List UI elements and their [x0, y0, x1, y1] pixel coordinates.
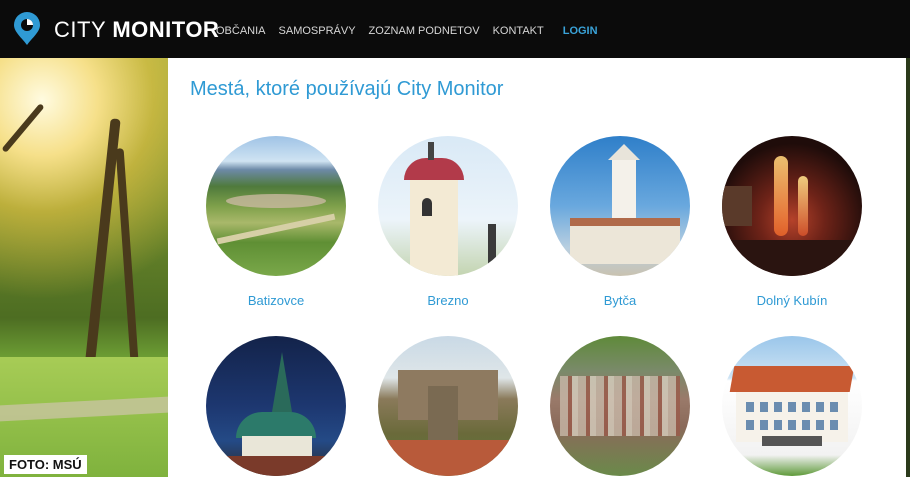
city-image-bytca[interactable]	[550, 136, 690, 276]
page-title: Mestá, ktoré používajú City Monitor	[190, 78, 504, 100]
brand-name-bold: MONITOR	[112, 17, 220, 42]
main-menu: OBČANIA SAMOSPRÁVY ZOZNAM PODNETOV KONTA…	[216, 25, 598, 37]
city-image-batizovce[interactable]	[206, 136, 346, 276]
city-name-brezno[interactable]: Brezno	[362, 293, 534, 308]
city-image-dolny-kubin[interactable]	[722, 136, 862, 276]
city-image-8[interactable]	[722, 336, 862, 476]
city-card-batizovce[interactable]: Batizovce	[190, 136, 362, 308]
city-image-7[interactable]	[550, 336, 690, 476]
city-image-5[interactable]	[206, 336, 346, 476]
city-card-dolny-kubin[interactable]: Dolný Kubín	[706, 136, 878, 308]
city-card-7[interactable]	[534, 336, 706, 477]
city-card-6[interactable]	[362, 336, 534, 477]
city-card-8[interactable]	[706, 336, 878, 477]
top-navigation-bar: CITY MONITOR OBČANIA SAMOSPRÁVY ZOZNAM P…	[0, 0, 910, 58]
nav-item-samospravy[interactable]: SAMOSPRÁVY	[279, 25, 356, 37]
nav-item-zoznam-podnetov[interactable]: ZOZNAM PODNETOV	[369, 25, 480, 37]
location-pin-logo-icon[interactable]	[12, 12, 42, 46]
city-image-6[interactable]	[378, 336, 518, 476]
city-name-batizovce[interactable]: Batizovce	[190, 293, 362, 308]
city-name-dolny-kubin[interactable]: Dolný Kubín	[706, 293, 878, 308]
photo-credit: FOTO: MSÚ	[4, 455, 87, 474]
city-image-brezno[interactable]	[378, 136, 518, 276]
brand-name-light: CITY	[54, 17, 106, 42]
right-edge-photo	[906, 58, 910, 477]
background-park-photo	[0, 58, 168, 477]
nav-item-kontakt[interactable]: KONTAKT	[493, 25, 544, 37]
city-name-bytca[interactable]: Bytča	[534, 293, 706, 308]
city-card-brezno[interactable]: Brezno	[362, 136, 534, 308]
city-card-5[interactable]	[190, 336, 362, 477]
nav-item-login[interactable]: LOGIN	[563, 25, 598, 37]
brand-logo-text[interactable]: CITY MONITOR	[54, 17, 219, 43]
city-card-bytca[interactable]: Bytča	[534, 136, 706, 308]
main-content-panel: Mestá, ktoré používajú City Monitor Bati…	[168, 58, 906, 477]
nav-item-obcania[interactable]: OBČANIA	[216, 25, 266, 37]
